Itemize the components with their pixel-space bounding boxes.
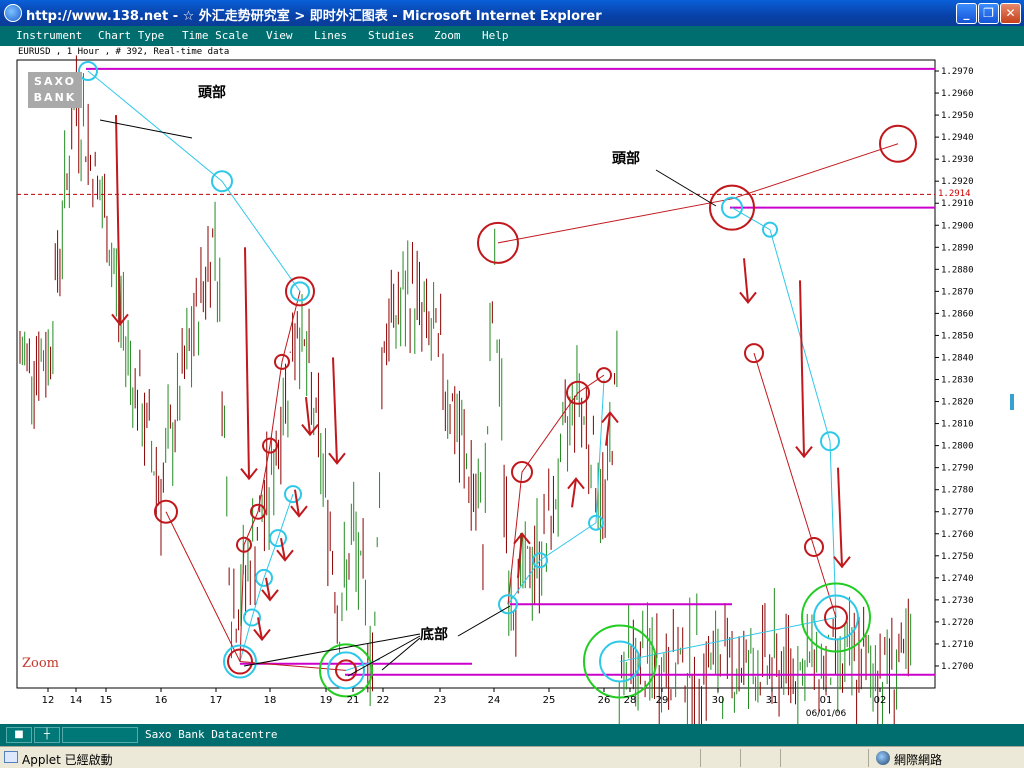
y-tick-label: 1.2910 [941,199,974,209]
x-tick-label: 26 [598,695,611,706]
x-tick-label: 01 [820,695,833,706]
annotation-bottom: 底部 [420,627,448,643]
chart-area[interactable]: 1.2970 1.2960 1.2950 1.2940 1.2930 1.2920 1.29… [0,46,1024,724]
menu-help[interactable]: Help [482,29,509,42]
menu-zoom[interactable]: Zoom [434,29,461,42]
y-tick-label: 1.2800 [941,442,974,452]
menu-chart-type[interactable]: Chart Type [98,29,164,42]
chart-bottom-toolbar: ■ ┼ Saxo Bank Datacentre [0,724,1024,746]
y-tick-label: 1.2780 [941,486,974,496]
y-tick-label: 1.2820 [941,398,974,408]
applet-icon [4,751,18,763]
menu-view[interactable]: View [266,29,293,42]
y-tick-label: 1.2950 [941,111,974,121]
annotation-head-right: 頭部 [612,151,640,167]
applet-status-text: Applet 已經啟動 [22,753,113,767]
status-separator [700,749,701,767]
toolbar-tool-2[interactable]: ┼ [34,727,60,743]
y-tick-label: 1.2810 [941,420,974,430]
x-tick-label: 14 [70,695,83,706]
x-tick-label: 29 [656,695,669,706]
y-tick-label: 1.2720 [941,618,974,628]
x-tick-label: 25 [543,695,556,706]
menu-time-scale[interactable]: Time Scale [182,29,248,42]
saxo-bank-logo: SAXO BANK [28,72,82,108]
x-tick-label: 19 [320,695,333,706]
y-tick-label: 1.2710 [941,640,974,650]
chart-info-label: EURUSD , 1 Hour , # 392, Real-time data [18,47,230,57]
x-tick-label: 28 [624,695,637,706]
toolbar-tool-1[interactable]: ■ [6,727,32,743]
y-tick-label: 1.2700 [941,662,974,672]
y-tick-label: 1.2940 [941,133,974,143]
y-tick-label: 1.2740 [941,574,974,584]
scroll-indicator[interactable] [1010,394,1014,410]
y-tick-label: 1.2770 [941,508,974,518]
x-tick-label: 16 [155,695,168,706]
plot-frame [16,59,936,689]
y-tick-label: 1.2880 [941,265,974,275]
y-tick-label: 1.2750 [941,552,974,562]
x-tick-label: 17 [210,695,223,706]
y-tick-label: 1.2730 [941,596,974,606]
minimize-button[interactable]: _ [956,3,977,24]
toolbar-tool-3[interactable] [62,727,138,743]
status-separator [868,749,869,767]
maximize-button[interactable]: ❐ [978,3,999,24]
x-tick-label: 02 [874,695,887,706]
x-tick-label: 18 [264,695,277,706]
y-tick-label: 1.2790 [941,464,974,474]
internet-zone-icon [876,751,890,765]
logo-line2: BANK [33,91,77,104]
internet-zone-label: 網際網路 [894,753,943,767]
window-title: http://www.138.net - ☆ 外汇走势研究室 > 即时外汇图表 … [26,9,602,24]
menu-studies[interactable]: Studies [368,29,414,42]
close-button[interactable]: ✕ [1000,3,1021,24]
x-axis: 12 14 15 16 17 18 19 21 22 23 24 25 26 28 29 30 31 01 02 06… [42,688,887,719]
x-tick-label: 12 [42,695,55,706]
x-tick-label: 24 [488,695,501,706]
y-tick-label: 1.2900 [941,221,974,231]
status-separator [780,749,781,767]
y-tick-label: 1.2830 [941,376,974,386]
x-tick-label: 23 [434,695,447,706]
y-tick-label: 1.2860 [941,309,974,319]
y-tick-label: 1.2930 [941,155,974,165]
y-axis: 1.2970 1.2960 1.2950 1.2940 1.2930 1.2920 1.29… [935,67,974,672]
x-tick-label: 22 [377,695,390,706]
status-separator [740,749,741,767]
date-sublabel: 06/01/06 [806,709,847,719]
y-tick-label: 1.2970 [941,67,974,77]
logo-line1: SAXO [34,75,76,88]
y-tick-label: 1.2840 [941,353,974,363]
menu-lines[interactable]: Lines [314,29,347,42]
datacentre-label: Saxo Bank Datacentre [145,728,278,741]
price-chart[interactable]: 1.2970 1.2960 1.2950 1.2940 1.2930 1.2920 1.29… [0,46,1024,724]
y-tick-label: 1.2870 [941,287,974,297]
chart-menubar: Instrument Chart Type Time Scale View Li… [0,26,1024,62]
zoom-label[interactable]: Zoom [22,656,59,671]
annotation-head-left: 頭部 [198,85,226,101]
window-titlebar: http://www.138.net - ☆ 外汇走势研究室 > 即时外汇图表 … [0,0,1024,26]
y-tick-label: 1.2920 [941,177,974,187]
y-tick-label: 1.2850 [941,331,974,341]
y-tick-label: 1.2960 [941,89,974,99]
x-tick-label: 30 [712,695,725,706]
x-tick-label: 21 [347,695,360,706]
x-tick-label: 31 [766,695,779,706]
x-tick-label: 15 [100,695,113,706]
statusbar: Applet 已經啟動 網際網路 [0,746,1024,768]
crosshair-icon: ┼ [43,729,51,740]
record-icon: ■ [14,729,24,740]
y-tick-label: 1.2890 [941,243,974,253]
y-tick-label: 1.2760 [941,530,974,540]
ie-icon [4,4,22,22]
current-price-label: 1.2914 [938,189,971,199]
menu-instrument[interactable]: Instrument [16,29,82,42]
